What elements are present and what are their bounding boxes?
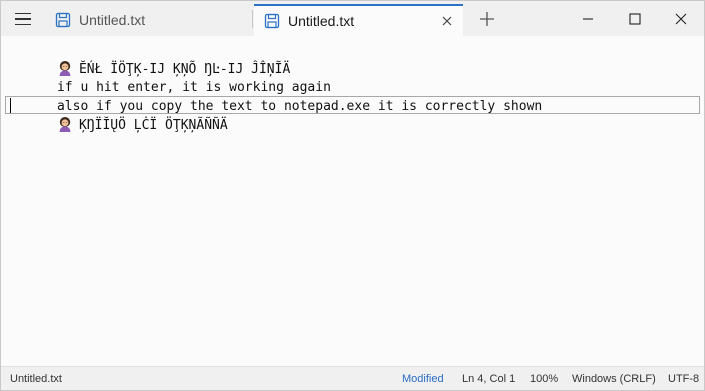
tab-label: Untitled.txt	[288, 13, 355, 29]
close-icon	[442, 16, 452, 26]
close-icon	[675, 13, 687, 24]
maximize-icon	[629, 12, 641, 25]
status-encoding[interactable]: UTF-8	[668, 373, 699, 385]
minimize-button[interactable]	[565, 1, 611, 36]
plus-icon	[480, 12, 494, 26]
tab-close-button[interactable]	[433, 7, 461, 35]
text-caret	[10, 98, 11, 113]
minimize-icon	[583, 17, 593, 20]
editor-line: ĶŊÏĬŲÖ ĻĊÏ ÖŢĶŅÃÑÑÄ	[10, 97, 228, 133]
save-icon	[55, 12, 71, 28]
menu-icon[interactable]	[7, 6, 39, 32]
person-emoji-icon	[59, 117, 71, 132]
notepad-window: Untitled.txt Untitled.txt ĔŃŁ ÏÖŢĶ-IJ ĶŅ…	[0, 0, 705, 391]
editor-line: ĔŃŁ ÏÖŢĶ-IJ ĶŅÕ ŊĿ-IJ ĴÎŅĨÄ	[10, 41, 290, 77]
tab-untitled-1[interactable]: Untitled.txt	[47, 4, 247, 36]
tab-untitled-2[interactable]: Untitled.txt	[254, 4, 463, 36]
status-filename: Untitled.txt	[10, 373, 62, 385]
status-zoom[interactable]: 100%	[530, 373, 558, 385]
status-cursor-position[interactable]: Ln 4, Col 1	[462, 373, 515, 385]
tab-label: Untitled.txt	[79, 12, 146, 28]
status-line-ending[interactable]: Windows (CRLF)	[572, 373, 656, 385]
text-editor[interactable]: ĔŃŁ ÏÖŢĶ-IJ ĶŅÕ ŊĿ-IJ ĴÎŅĨÄ if u hit ent…	[1, 36, 704, 366]
close-window-button[interactable]	[658, 1, 704, 36]
line-text: ĶŊÏĬŲÖ ĻĊÏ ÖŢĶŅÃÑÑÄ	[78, 118, 228, 133]
new-tab-button[interactable]	[472, 5, 502, 33]
status-bar: Untitled.txt Modified Ln 4, Col 1 100% W…	[1, 366, 704, 390]
tab-separator	[252, 10, 253, 28]
maximize-button[interactable]	[612, 1, 658, 36]
editor-line: if u hit enter, it is working again	[10, 59, 331, 95]
editor-line: also if you copy the text to notepad.exe…	[10, 78, 542, 114]
status-modified: Modified	[402, 373, 444, 385]
title-bar: Untitled.txt Untitled.txt	[1, 1, 704, 36]
save-icon	[264, 13, 280, 29]
